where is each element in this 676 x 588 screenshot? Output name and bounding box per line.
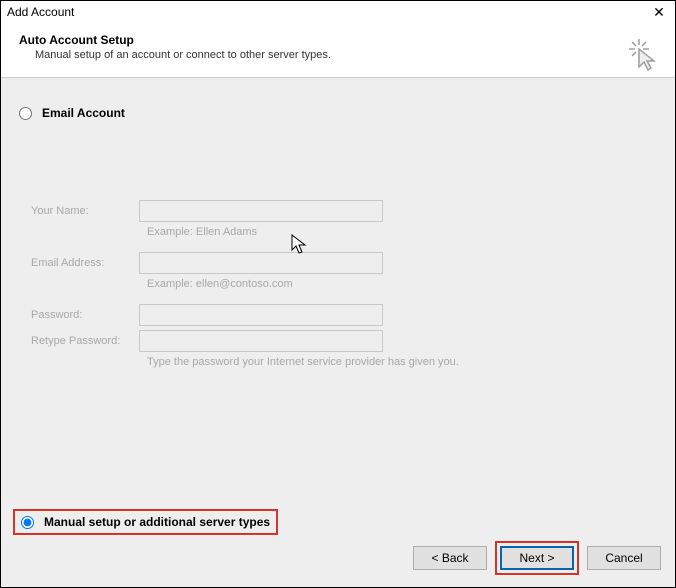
add-account-window: Add Account ✕ Auto Account Setup Manual … bbox=[0, 0, 676, 588]
email-account-radio[interactable] bbox=[19, 107, 32, 120]
email-hint: Example: ellen@contoso.com bbox=[147, 278, 657, 290]
email-account-label: Email Account bbox=[42, 106, 125, 120]
next-button-highlight: Next > bbox=[495, 541, 579, 575]
header-title: Auto Account Setup bbox=[19, 33, 657, 47]
email-label: Email Address: bbox=[27, 257, 139, 269]
back-button[interactable]: < Back bbox=[413, 546, 487, 570]
wizard-body: Email Account Your Name: Example: Ellen … bbox=[1, 78, 675, 587]
wizard-footer: < Back Next > Cancel bbox=[413, 541, 661, 575]
titlebar: Add Account ✕ bbox=[1, 1, 675, 23]
window-title: Add Account bbox=[7, 5, 649, 19]
your-name-hint: Example: Ellen Adams bbox=[147, 226, 657, 238]
manual-setup-option[interactable]: Manual setup or additional server types bbox=[21, 515, 270, 529]
password-field bbox=[139, 304, 383, 326]
email-field bbox=[139, 252, 383, 274]
retype-password-field bbox=[139, 330, 383, 352]
email-account-option[interactable]: Email Account bbox=[19, 106, 657, 120]
next-button[interactable]: Next > bbox=[500, 546, 574, 570]
close-icon[interactable]: ✕ bbox=[649, 5, 669, 19]
cancel-button[interactable]: Cancel bbox=[587, 546, 661, 570]
retype-password-label: Retype Password: bbox=[27, 335, 139, 347]
manual-setup-highlight: Manual setup or additional server types bbox=[13, 509, 278, 535]
manual-setup-label: Manual setup or additional server types bbox=[44, 515, 270, 529]
manual-setup-radio[interactable] bbox=[21, 516, 34, 529]
your-name-field bbox=[139, 200, 383, 222]
your-name-label: Your Name: bbox=[27, 205, 139, 217]
wizard-header: Auto Account Setup Manual setup of an ac… bbox=[1, 23, 675, 78]
password-hint: Type the password your Internet service … bbox=[147, 356, 657, 368]
cursor-star-icon bbox=[627, 37, 661, 74]
header-subtitle: Manual setup of an account or connect to… bbox=[19, 49, 657, 61]
account-form: Your Name: Example: Ellen Adams Email Ad… bbox=[27, 200, 657, 368]
password-label: Password: bbox=[27, 309, 139, 321]
